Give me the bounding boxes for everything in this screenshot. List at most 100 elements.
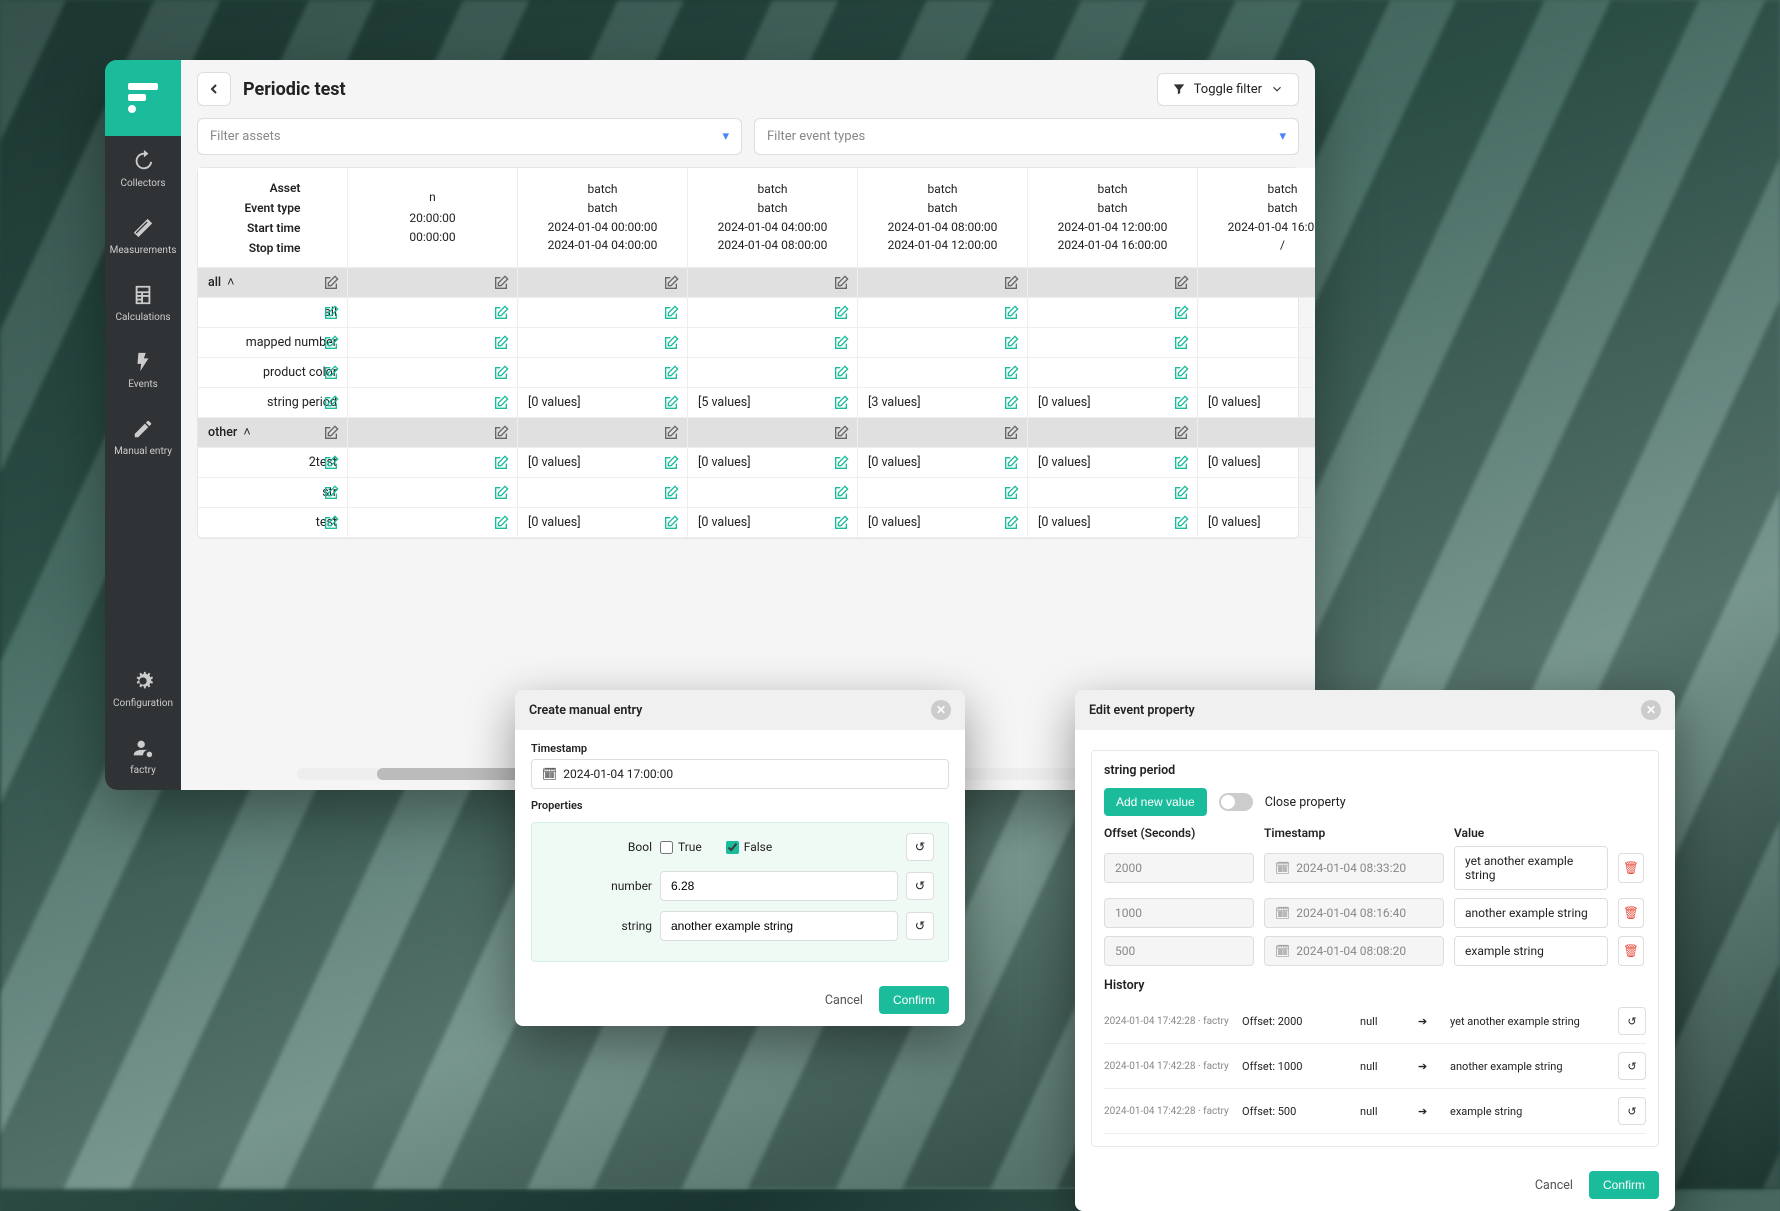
data-cell[interactable]: [0 values] bbox=[1198, 508, 1315, 538]
reset-bool-button[interactable]: ↺ bbox=[906, 833, 934, 861]
data-cell[interactable] bbox=[1198, 358, 1315, 388]
edit-icon[interactable] bbox=[323, 455, 339, 471]
edit-icon[interactable] bbox=[663, 395, 679, 411]
edit-icon[interactable] bbox=[1003, 275, 1019, 291]
edit-icon[interactable] bbox=[833, 335, 849, 351]
edit-icon[interactable] bbox=[1173, 365, 1189, 381]
data-cell[interactable]: [0 values] bbox=[518, 388, 688, 418]
nav-measurements[interactable]: Measurements bbox=[105, 203, 181, 270]
filter-assets[interactable]: Filter assets ▾ bbox=[197, 118, 742, 155]
data-cell[interactable] bbox=[348, 358, 518, 388]
edit-icon[interactable] bbox=[1173, 515, 1189, 531]
value-input[interactable]: another example string bbox=[1454, 898, 1608, 928]
timestamp-input[interactable]: 🗓 2024-01-04 17:00:00 bbox=[531, 759, 949, 789]
edit-icon[interactable] bbox=[833, 485, 849, 501]
data-cell[interactable] bbox=[688, 298, 858, 328]
edit-icon[interactable] bbox=[323, 395, 339, 411]
data-cell[interactable] bbox=[348, 508, 518, 538]
data-cell[interactable]: [0 values] bbox=[1198, 448, 1315, 478]
data-cell[interactable]: [5 values] bbox=[688, 388, 858, 418]
data-cell[interactable]: [0 values] bbox=[688, 508, 858, 538]
edit-icon[interactable] bbox=[1173, 305, 1189, 321]
cancel-button[interactable]: Cancel bbox=[1535, 1178, 1573, 1193]
data-cell[interactable]: [0 values] bbox=[1028, 508, 1198, 538]
edit-icon[interactable] bbox=[1003, 425, 1019, 441]
data-cell[interactable] bbox=[1028, 298, 1198, 328]
edit-icon[interactable] bbox=[833, 455, 849, 471]
add-new-value-button[interactable]: Add new value bbox=[1104, 788, 1207, 816]
delete-button[interactable]: 🗑 bbox=[1618, 898, 1644, 928]
edit-icon[interactable] bbox=[1003, 335, 1019, 351]
edit-icon[interactable] bbox=[493, 455, 509, 471]
bool-false-option[interactable]: False bbox=[726, 840, 772, 854]
data-cell[interactable] bbox=[518, 328, 688, 358]
nav-collectors[interactable]: Collectors bbox=[105, 136, 181, 203]
revert-button[interactable]: ↺ bbox=[1618, 1007, 1646, 1035]
reset-string-button[interactable]: ↺ bbox=[906, 912, 934, 940]
edit-icon[interactable] bbox=[323, 335, 339, 351]
close-button[interactable]: ✕ bbox=[931, 700, 951, 720]
data-cell[interactable]: [0 values] bbox=[858, 448, 1028, 478]
offset-input[interactable]: 2000 bbox=[1104, 853, 1254, 883]
data-cell[interactable]: [0 values] bbox=[858, 508, 1028, 538]
edit-icon[interactable] bbox=[833, 395, 849, 411]
edit-icon[interactable] bbox=[663, 365, 679, 381]
number-input[interactable] bbox=[660, 871, 898, 901]
toggle-filter-button[interactable]: Toggle filter bbox=[1157, 73, 1299, 106]
edit-icon[interactable] bbox=[663, 455, 679, 471]
edit-icon[interactable] bbox=[1003, 515, 1019, 531]
edit-icon[interactable] bbox=[1173, 425, 1189, 441]
edit-icon[interactable] bbox=[663, 485, 679, 501]
data-cell[interactable]: [0 values] bbox=[518, 448, 688, 478]
edit-icon[interactable] bbox=[663, 515, 679, 531]
data-cell[interactable] bbox=[688, 328, 858, 358]
edit-icon[interactable] bbox=[833, 515, 849, 531]
edit-icon[interactable] bbox=[493, 305, 509, 321]
edit-icon[interactable] bbox=[663, 335, 679, 351]
revert-button[interactable]: ↺ bbox=[1618, 1052, 1646, 1080]
nav-configuration[interactable]: Configuration bbox=[105, 656, 181, 723]
group-header[interactable]: other ˄ bbox=[198, 418, 348, 448]
data-cell[interactable]: [0 values] bbox=[1028, 448, 1198, 478]
edit-icon[interactable] bbox=[833, 275, 849, 291]
data-cell[interactable] bbox=[348, 478, 518, 508]
data-cell[interactable] bbox=[348, 298, 518, 328]
data-cell[interactable] bbox=[348, 388, 518, 418]
edit-icon[interactable] bbox=[1173, 455, 1189, 471]
cancel-button[interactable]: Cancel bbox=[825, 993, 863, 1008]
edit-icon[interactable] bbox=[1003, 455, 1019, 471]
edit-icon[interactable] bbox=[493, 335, 509, 351]
edit-icon[interactable] bbox=[323, 485, 339, 501]
delete-button[interactable]: 🗑 bbox=[1618, 936, 1644, 966]
close-button[interactable]: ✕ bbox=[1641, 700, 1661, 720]
edit-icon[interactable] bbox=[323, 305, 339, 321]
confirm-button[interactable]: Confirm bbox=[879, 986, 949, 1014]
edit-icon[interactable] bbox=[1173, 395, 1189, 411]
edit-icon[interactable] bbox=[833, 365, 849, 381]
timestamp-input[interactable]: 🗓 2024-01-04 08:08:20 bbox=[1264, 936, 1444, 966]
nav-events[interactable]: Events bbox=[105, 337, 181, 404]
edit-icon[interactable] bbox=[493, 365, 509, 381]
data-cell[interactable]: [0 values] bbox=[688, 448, 858, 478]
data-cell[interactable] bbox=[858, 358, 1028, 388]
data-cell[interactable] bbox=[1028, 478, 1198, 508]
edit-icon[interactable] bbox=[323, 275, 339, 291]
edit-icon[interactable] bbox=[1173, 485, 1189, 501]
data-cell[interactable] bbox=[858, 298, 1028, 328]
edit-icon[interactable] bbox=[1003, 305, 1019, 321]
revert-button[interactable]: ↺ bbox=[1618, 1097, 1646, 1125]
data-cell[interactable] bbox=[688, 358, 858, 388]
edit-icon[interactable] bbox=[493, 515, 509, 531]
data-cell[interactable] bbox=[688, 478, 858, 508]
data-cell[interactable]: [0 values] bbox=[1198, 388, 1315, 418]
offset-input[interactable]: 500 bbox=[1104, 936, 1254, 966]
data-cell[interactable] bbox=[348, 448, 518, 478]
nav-manual-entry[interactable]: Manual entry bbox=[105, 404, 181, 471]
data-cell[interactable] bbox=[1198, 328, 1315, 358]
edit-icon[interactable] bbox=[1003, 395, 1019, 411]
edit-icon[interactable] bbox=[833, 425, 849, 441]
edit-icon[interactable] bbox=[663, 275, 679, 291]
timestamp-input[interactable]: 🗓 2024-01-04 08:16:40 bbox=[1264, 898, 1444, 928]
data-cell[interactable] bbox=[518, 298, 688, 328]
group-header[interactable]: all ˄ bbox=[198, 268, 348, 298]
